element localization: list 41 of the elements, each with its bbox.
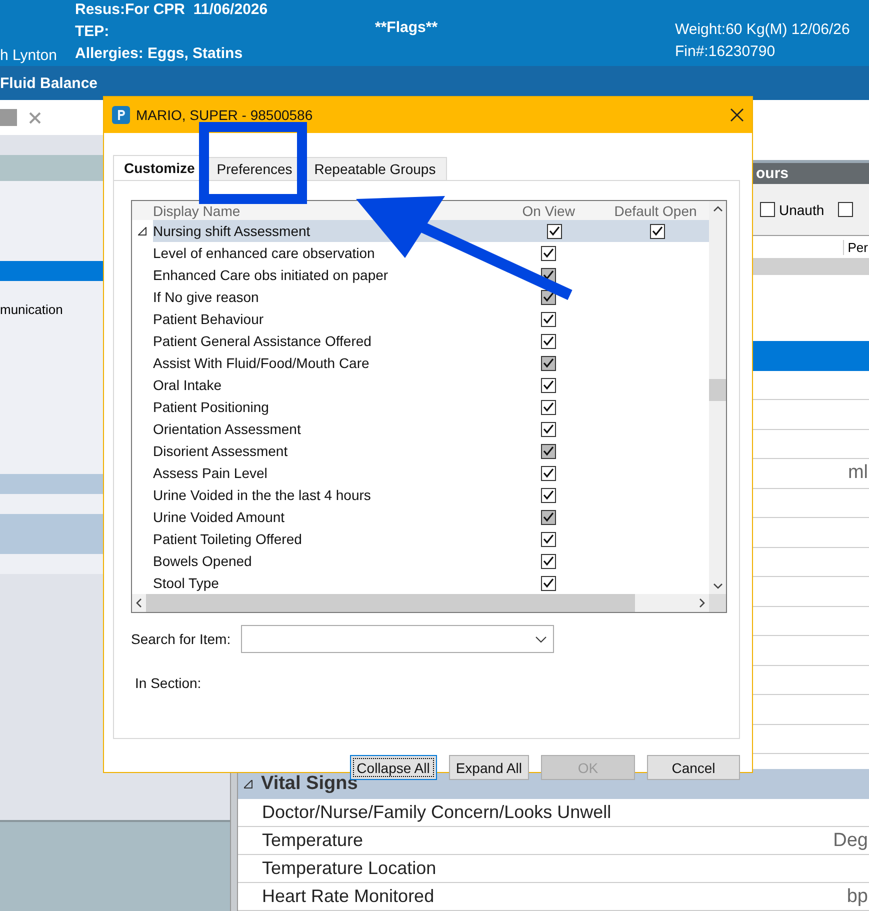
item-name: Urine Voided Amount — [153, 509, 285, 525]
panel-title: ours — [756, 165, 789, 182]
item-name: If No give reason — [153, 289, 259, 305]
unit-label: bp — [846, 886, 868, 908]
item-name: Stool Type — [153, 575, 219, 591]
item-name: Level of enhanced care observation — [153, 245, 375, 261]
filter-label: Unauth — [779, 202, 824, 218]
row-label: Temperature — [262, 830, 364, 851]
item-name: Nursing shift Assessment — [153, 223, 310, 239]
item-name: Orientation Assessment — [153, 421, 301, 437]
item-name: Patient General Assistance Offered — [153, 333, 372, 349]
unit-label: ml — [848, 462, 868, 484]
item-name: Urine Voided in the the last 4 hours — [153, 487, 371, 503]
flags: **Flags** — [375, 18, 439, 38]
tep-label: TEP: — [75, 22, 110, 42]
item-name: Assess Pain Level — [153, 465, 268, 481]
item-name: Oral Intake — [153, 377, 222, 393]
row-label: Heart Rate Monitored — [262, 886, 434, 907]
column-header: Per — [842, 240, 869, 254]
resus-status: Resus:For CPR 11/06/2026 — [75, 0, 269, 20]
item-name: Assist With Fluid/Food/Mouth Care — [153, 355, 370, 371]
item-name: Enhanced Care obs initiated on paper — [153, 267, 388, 283]
column-header: Default Open — [614, 202, 697, 218]
item-name: Bowels Opened — [153, 553, 252, 569]
dialog-title: MARIO, SUPER - 98500586 — [136, 107, 313, 123]
item-name: Patient Positioning — [153, 399, 269, 415]
item-name: Patient Behaviour — [153, 311, 264, 327]
column-header: On View — [522, 202, 575, 218]
weight: Weight:60 Kg(M) 12/06/26 — [675, 20, 850, 40]
page-title: Fluid Balance — [0, 74, 98, 92]
field-label: Search for Item: — [131, 631, 231, 647]
field-label: In Section: — [134, 675, 202, 691]
row-label: Doctor/Nurse/Family Concern/Looks Unwell — [262, 802, 612, 823]
fin-number: Fin#:16230790 — [675, 42, 776, 62]
row-label: Temperature Location — [262, 858, 436, 879]
item-name: Patient Toileting Offered — [153, 531, 302, 547]
allergies: Allergies: Eggs, Statins — [75, 44, 244, 64]
item-name: Disorient Assessment — [153, 443, 288, 459]
column-header: Display Name — [153, 202, 240, 218]
patient-name: h Lynton — [0, 46, 58, 66]
unit-label: Deg — [833, 830, 868, 852]
